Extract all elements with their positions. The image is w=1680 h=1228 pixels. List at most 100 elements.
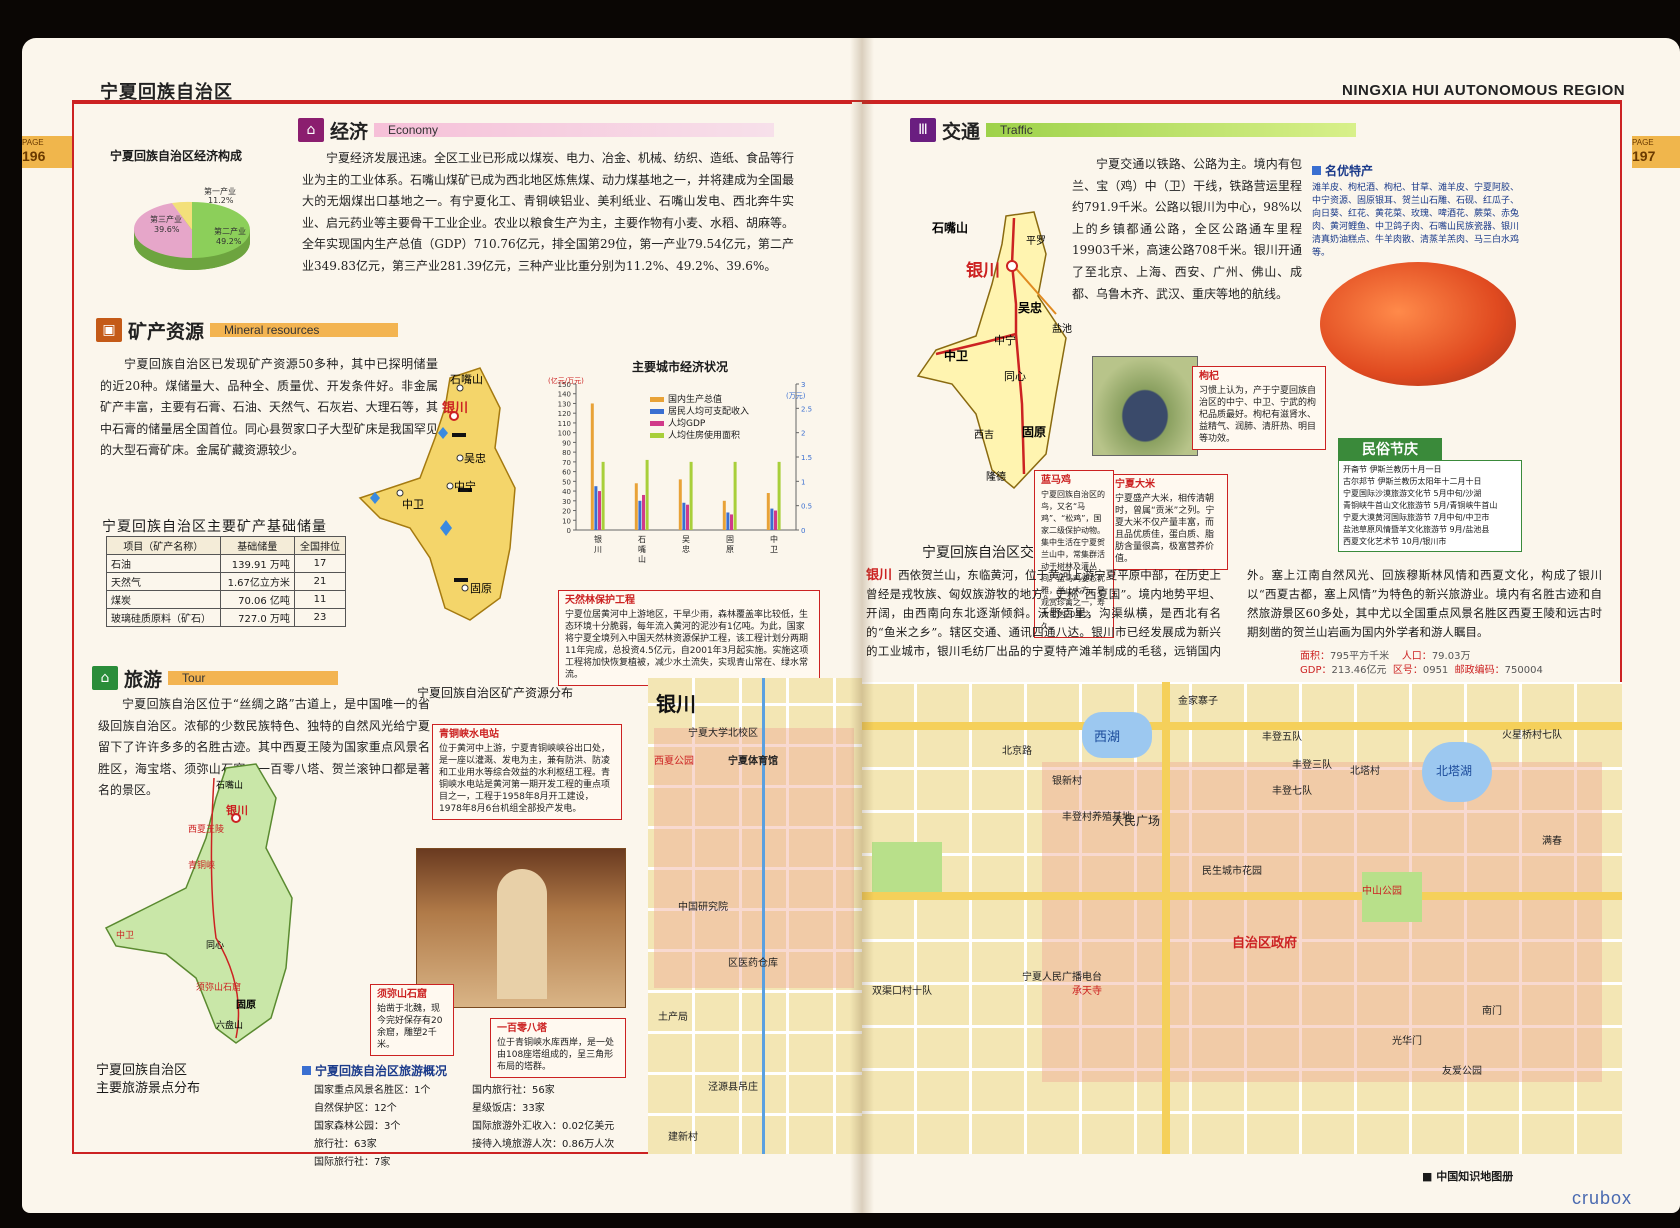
chart-bar [733, 461, 737, 530]
list-item: 宁夏国际沙漠旅游文化节 5月中旬/沙湖 [1343, 489, 1482, 498]
legend-item: 人均GDP [650, 418, 749, 430]
chart-x-tick-label: 嘴 [638, 544, 646, 554]
list-item: 开斋节 伊斯兰教历十月一日 [1343, 465, 1442, 474]
chart-bar [774, 510, 777, 530]
tour-map: 石嘴山 银川 西夏王陵 青铜峡 中卫 同心 固原 须弥山石窟 六盘山 [104, 763, 293, 1044]
chart-bar [642, 494, 645, 530]
table-row: 石油 139.91 万吨 17 [106, 554, 347, 573]
rail-icon: Ⅲ [910, 118, 936, 142]
chart-y-tick-label: 20 [562, 508, 571, 516]
factory-icon: ⌂ [298, 118, 324, 142]
svg-text:中卫: 中卫 [944, 348, 968, 363]
chart-bar [601, 461, 605, 530]
chart-y-tick-label: 30 [562, 498, 571, 506]
yinchuan-stats: 面积：795平方千米 人口：79.03万 GDP：213.46亿元 区号：095… [1300, 651, 1543, 676]
legend-item: 国内生产总值 [650, 394, 749, 406]
chart-title: 主要城市经济状况 [632, 360, 729, 374]
festival-list: 开斋节 伊斯兰教历十月一日 古尔邦节 伊斯兰教历太阳年十二月十日 宁夏国际沙漠旅… [1338, 460, 1522, 552]
chart-x-tick-label: 石 [638, 535, 646, 544]
economy-pie-chart: 第一产业 11.2% 第二产业 49.2% 第三产业 39.6% [133, 186, 250, 270]
svg-text:第三产业: 第三产业 [150, 214, 182, 224]
svg-text:固原: 固原 [236, 999, 256, 1011]
svg-text:同心: 同心 [1004, 370, 1026, 383]
chart-bar [645, 459, 649, 530]
list-item: 国际旅游外汇收入：0.02亿美元 [472, 1121, 615, 1132]
legend-item: 居民人均可支配收入 [650, 406, 749, 418]
left-page: 宁夏回族自治区 PAGE 196 ⌂ 经济 Economy 宁夏回族自治区经济构… [22, 38, 862, 1213]
chart-y-tick-label: 120 [558, 410, 571, 418]
list-item: 自然保护区：12个 [314, 1103, 397, 1114]
chart-bar [682, 502, 686, 530]
svg-text:固原: 固原 [470, 582, 492, 595]
dam-note: 青铜峡水电站 位于黄河中上游，宁夏青铜峡峡谷出口处，是一座以灌溉、发电为主，兼有… [432, 724, 622, 820]
chart-y-tick-label: 130 [558, 400, 571, 408]
svg-text:银川: 银川 [442, 400, 468, 416]
mineral-map: 石嘴山 银川 吴忠 中宁 中卫 固原 [358, 367, 516, 621]
chart-bar [678, 479, 682, 530]
specialty-text: 滩羊皮、枸杞酒、枸杞、甘草、滩羊皮、宁夏阿胶、中宁资源、固原银耳、贺兰山石雕、石… [1312, 183, 1520, 258]
chart-y-tick-label: 50 [562, 478, 571, 486]
svg-text:盐池: 盐池 [1052, 322, 1072, 335]
svg-text:39.6%: 39.6% [154, 225, 180, 234]
list-item: 国家森林公园：3个 [314, 1121, 401, 1132]
chart-x-tick-label: 固 [726, 535, 734, 544]
list-item: 旅行社：63家 [314, 1139, 377, 1150]
list-item: 星级饭店：33家 [472, 1103, 545, 1114]
table-row: 煤炭 70.06 亿吨 11 [106, 590, 347, 609]
chart-legend: 国内生产总值 居民人均可支配收入 人均GDP 人均住房使用面积 [650, 394, 749, 442]
chart-x-tick-label: 川 [594, 545, 602, 554]
pie-title: 宁夏回族自治区经济构成 [110, 149, 243, 163]
map-city-name: 银川 [656, 692, 696, 716]
svg-text:中卫: 中卫 [116, 929, 134, 941]
chart-y-tick-label: 90 [562, 439, 571, 447]
list-item: 西夏文化艺术节 10月/银川市 [1343, 537, 1447, 546]
chart-y1-unit: (亿元/万元) [548, 376, 584, 385]
svg-text:平罗: 平罗 [1026, 235, 1046, 247]
list-item: 接待入境旅游人次：0.86万人次 [472, 1139, 615, 1150]
section-traffic: Ⅲ 交通 Traffic [910, 118, 1357, 143]
svg-text:西夏王陵: 西夏王陵 [188, 824, 224, 835]
chart-bar [634, 483, 638, 530]
mineral-table-title: 宁夏回族自治区主要矿产基础储量 [102, 519, 327, 535]
mineral-map-caption: 宁夏回族自治区矿产资源分布 [417, 686, 574, 700]
city-map-left: 银川 宁夏大学北校区 宁夏体育馆 西夏公园 中国研究院 区医药仓库 土产局 泾源… [648, 678, 862, 1154]
traffic-text: 宁夏交通以铁路、公路为主。境内有包兰、宝（鸡）中（卫）干线，铁路营运里程约791… [1072, 157, 1302, 301]
svg-text:中卫: 中卫 [402, 498, 424, 511]
chart-bar [777, 461, 781, 530]
chart-y2-tick-label: 2.5 [801, 405, 812, 413]
legend-item: 人均住房使用面积 [650, 430, 749, 442]
chart-y2-tick-label: 1.5 [801, 454, 812, 462]
svg-text:吴忠: 吴忠 [1018, 300, 1042, 315]
svg-text:银川: 银川 [966, 260, 1000, 281]
chart-y2-tick-label: 2 [801, 430, 805, 438]
svg-text:石嘴山: 石嘴山 [216, 780, 243, 791]
svg-text:固原: 固原 [1022, 425, 1046, 439]
chart-x-tick-label: 原 [726, 545, 734, 554]
chart-y2-tick-label: 1 [801, 478, 805, 486]
chart-y-tick-label: 0 [567, 527, 571, 535]
chart-y-tick-label: 100 [558, 430, 571, 438]
chart-y2-tick-label: 3 [801, 381, 805, 389]
chart-bar [726, 512, 730, 530]
pagoda-note: 一百零八塔 位于青铜峡水库西岸，是一处由108座塔组成的，呈三角形布局的塔群。 [490, 1018, 626, 1078]
goji-photo [1320, 262, 1516, 386]
chart-y2-unit: (万元) [786, 392, 806, 400]
chart-bar [590, 403, 594, 530]
chart-bar [594, 486, 598, 530]
chart-y-tick-label: 10 [562, 517, 571, 525]
svg-text:银川: 银川 [226, 803, 248, 817]
footer-series: ■ 中国知识地图册 [1422, 1170, 1514, 1183]
svg-text:49.2%: 49.2% [216, 237, 242, 246]
chart-bar [770, 508, 774, 530]
list-item: 古尔邦节 伊斯兰教历太阳年十二月十日 [1343, 477, 1482, 486]
list-item: 国际旅行社：7家 [314, 1157, 391, 1168]
section-mineral: ▣ 矿产资源 Mineral resources [96, 318, 399, 343]
page-header-en: NINGXIA HUI AUTONOMOUS REGION [1342, 82, 1626, 99]
chart-bar [766, 493, 770, 530]
chart-y-tick-label: 140 [558, 391, 571, 399]
grotto-note: 须弥山石窟 始凿于北魏，现今完好保存有20余窟，雕塑2千米。 [370, 984, 454, 1056]
svg-text:石嘴山: 石嘴山 [931, 220, 968, 235]
goji-note: 枸杞 习惯上认为，产于宁夏回族自治区的中宁、中卫、宁武的枸杞品质最好。枸杞有滋肾… [1192, 366, 1326, 450]
chart-bar [598, 491, 601, 530]
chart-x-tick-label: 忠 [682, 545, 690, 554]
